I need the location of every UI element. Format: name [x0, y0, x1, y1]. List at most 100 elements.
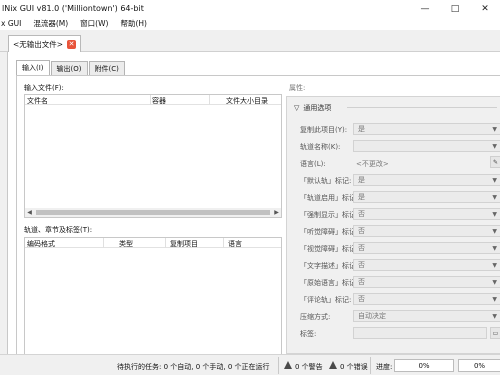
column-header-container[interactable]: 容器 — [152, 96, 166, 106]
status-divider — [370, 357, 371, 374]
chevron-down-icon: ▼ — [492, 177, 497, 184]
tracks-table[interactable]: 编码格式 类型 复制项目 语言 — [24, 237, 282, 357]
column-header-copy[interactable]: 复制项目 — [170, 239, 198, 249]
column-header-codec[interactable]: 编码格式 — [27, 239, 55, 249]
hearing-impaired-select[interactable]: 否 ▼ — [353, 225, 500, 237]
menu-muxer[interactable]: 混流器(M) — [27, 18, 74, 29]
minimize-icon[interactable]: — — [410, 0, 440, 17]
general-options-label: 通用选项 — [303, 104, 332, 112]
menu-window[interactable]: 窗口(W) — [74, 18, 114, 29]
chevron-down-icon: ▼ — [492, 296, 497, 303]
status-divider — [278, 357, 279, 374]
track-enabled-select[interactable]: 是 ▼ — [353, 191, 500, 203]
language-value[interactable]: <不更改> — [356, 159, 389, 169]
text-description-value: 否 — [358, 261, 365, 269]
compression-select[interactable]: 自动决定 ▼ — [353, 310, 500, 322]
file-tab[interactable]: <无输出文件> ✕ — [8, 35, 82, 52]
horizontal-scrollbar[interactable]: ◀ ▶ — [25, 208, 281, 217]
column-header-directory[interactable]: 目录 — [254, 96, 268, 106]
status-bar: 待执行的任务: 0 个自动, 0 个手动, 0 个正在运行 0 个警告 0 个错… — [0, 354, 500, 375]
warning-icon — [284, 361, 292, 369]
original-language-value: 否 — [358, 278, 365, 286]
errors-count[interactable]: 0 个错误 — [340, 362, 368, 372]
commentary-select[interactable]: 否 ▼ — [353, 293, 500, 305]
forced-display-label: 「强制显示」标记: — [300, 211, 359, 219]
forced-display-select[interactable]: 否 ▼ — [353, 208, 500, 220]
default-track-label: 「默认轨」标记: — [300, 177, 352, 185]
error-icon — [329, 361, 337, 369]
table-header: 编码格式 类型 复制项目 语言 — [25, 238, 281, 248]
tab-input[interactable]: 输入(I) — [16, 60, 50, 75]
original-language-select[interactable]: 否 ▼ — [353, 276, 500, 288]
file-tab-bar: <无输出文件> ✕ — [0, 30, 500, 52]
chevron-down-icon: ▼ — [492, 245, 497, 252]
chevron-down-icon: ▼ — [492, 194, 497, 201]
menu-help[interactable]: 帮助(H) — [114, 18, 153, 29]
column-header-filesize[interactable]: 文件大小 — [226, 96, 254, 106]
column-header-language[interactable]: 语言 — [228, 239, 242, 249]
progress-bar-current: 0% — [394, 359, 454, 372]
commentary-value: 否 — [358, 295, 365, 303]
general-options-header[interactable]: ▽ 通用选项 — [294, 103, 331, 113]
tab-attachments[interactable]: 附件(C) — [88, 61, 125, 75]
tags-browse-button[interactable]: ▭ — [490, 327, 500, 339]
visual-impaired-label: 「视觉障碍」标记: — [300, 245, 359, 253]
copy-item-value: 是 — [358, 125, 365, 133]
track-name-label: 轨道名称(K): — [300, 143, 341, 151]
hearing-impaired-value: 否 — [358, 227, 365, 235]
forced-display-value: 否 — [358, 210, 365, 218]
original-language-label: 「原始语言」标记: — [300, 279, 359, 287]
tracks-label: 轨道、章节及标签(T): — [24, 226, 93, 234]
visual-impaired-select[interactable]: 否 ▼ — [353, 242, 500, 254]
chevron-down-icon: ▼ — [492, 143, 497, 150]
title-bar: lNix GUI v81.0 ('Milliontown') 64-bit — … — [0, 0, 500, 17]
menu-bar: x GUI 混流器(M) 窗口(W) 帮助(H) — [0, 17, 500, 30]
text-description-select[interactable]: 否 ▼ — [353, 259, 500, 271]
table-header: 文件名 容器 文件大小 目录 — [25, 95, 281, 105]
language-edit-button[interactable]: ✎ — [490, 156, 500, 168]
chevron-down-icon: ▼ — [492, 313, 497, 320]
scroll-left-icon[interactable]: ◀ — [25, 208, 34, 217]
hearing-impaired-label: 「听觉障碍」标记: — [300, 228, 359, 236]
tags-select[interactable] — [353, 327, 487, 339]
close-icon[interactable]: ✕ — [470, 0, 500, 17]
close-tab-icon[interactable]: ✕ — [67, 39, 77, 49]
warnings-count[interactable]: 0 个警告 — [295, 362, 323, 372]
language-label: 语言(L): — [300, 160, 326, 168]
folder-icon: ▭ — [492, 330, 499, 337]
column-divider — [223, 238, 224, 248]
chevron-down-icon: ▼ — [492, 211, 497, 218]
scroll-right-icon[interactable]: ▶ — [272, 208, 281, 217]
compression-value: 自动决定 — [358, 312, 386, 320]
chevron-down-icon: ▼ — [492, 279, 497, 286]
group-divider — [347, 107, 497, 108]
input-files-table[interactable]: 文件名 容器 文件大小 目录 ◀ ▶ — [24, 94, 282, 218]
column-divider — [150, 95, 151, 105]
scroll-thumb[interactable] — [36, 210, 270, 215]
column-header-filename[interactable]: 文件名 — [27, 96, 48, 106]
copy-item-select[interactable]: 是 ▼ — [353, 123, 500, 135]
chevron-down-icon: ▼ — [492, 126, 497, 133]
collapse-icon[interactable]: ▽ — [294, 104, 299, 112]
section-tabs: 输入(I) 输出(O) 附件(C) — [16, 60, 126, 75]
default-track-select[interactable]: 是 ▼ — [353, 174, 500, 186]
properties-panel: ▽ 通用选项 复制此项目(Y): 是 ▼ 轨道名称(K): ▼ 语言(L): <不… — [286, 96, 500, 354]
window-controls: — □ ✕ — [410, 0, 500, 17]
pencil-icon: ✎ — [492, 159, 499, 166]
text-description-label: 「文字描述」标记: — [300, 262, 359, 270]
tags-label: 标签: — [300, 330, 317, 338]
track-name-select[interactable]: ▼ — [353, 140, 500, 152]
column-divider — [103, 238, 104, 248]
maximize-icon[interactable]: □ — [440, 0, 470, 17]
window-title: lNix GUI v81.0 ('Milliontown') 64-bit — [2, 4, 144, 13]
menu-gui[interactable]: x GUI — [0, 19, 27, 28]
visual-impaired-value: 否 — [358, 244, 365, 252]
compression-label: 压缩方式: — [300, 313, 331, 321]
properties-label: 属性: — [289, 84, 306, 92]
input-files-label: 输入文件(F): — [24, 84, 64, 92]
tab-output[interactable]: 输出(O) — [50, 61, 88, 75]
column-header-type[interactable]: 类型 — [119, 239, 133, 249]
chevron-down-icon: ▼ — [492, 228, 497, 235]
pending-jobs-status[interactable]: 待执行的任务: 0 个自动, 0 个手动, 0 个正在运行 — [117, 362, 270, 372]
track-enabled-value: 是 — [358, 193, 365, 201]
